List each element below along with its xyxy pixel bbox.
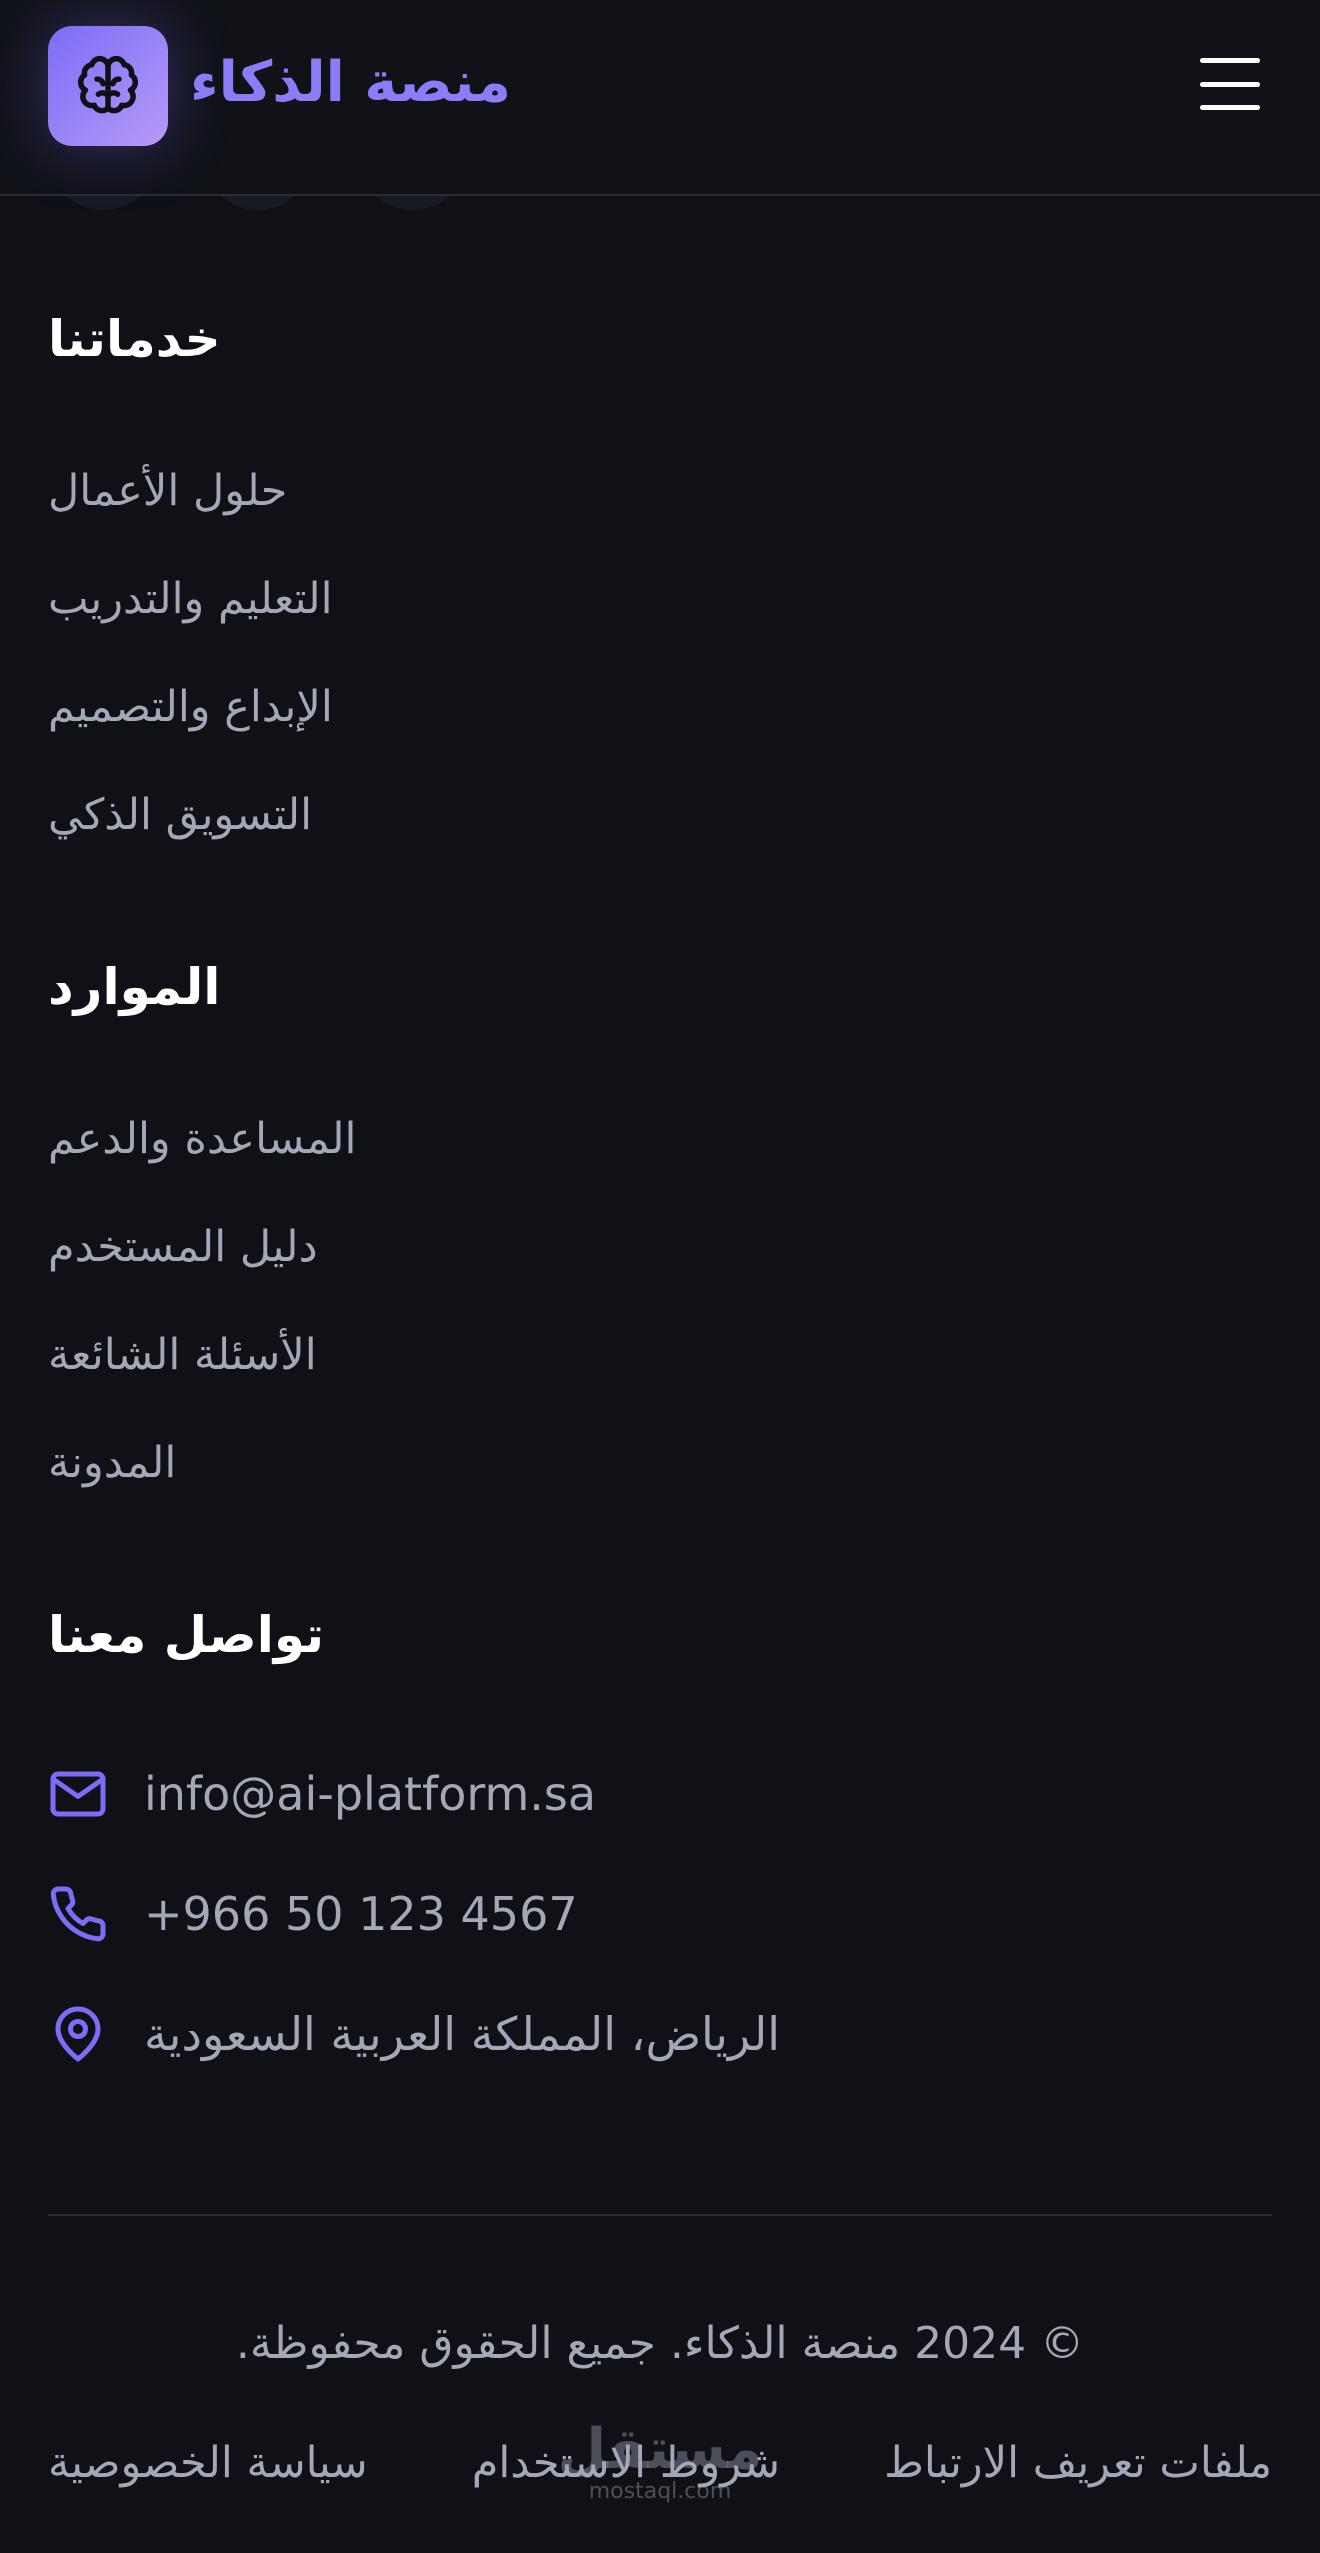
resources-title: الموارد: [48, 958, 221, 1016]
contact-phone[interactable]: +966 50 123 4567: [144, 1887, 578, 1941]
menu-bar: [1200, 58, 1260, 63]
brain-icon: [77, 55, 139, 114]
resources-link[interactable]: المدونة: [48, 1438, 176, 1488]
services-link[interactable]: الإبداع والتصميم: [48, 682, 333, 732]
brand-name[interactable]: منصة الذكاء: [190, 38, 511, 128]
services-title: خدماتنا: [48, 310, 221, 368]
copyright-text: © 2024 منصة الذكاء. جميع الحقوق محفوظة.: [235, 2318, 1085, 2369]
contact-title: تواصل معنا: [48, 1606, 324, 1664]
map-pin-icon: [55, 2006, 101, 2062]
terms-of-use-link[interactable]: شروط الاستخدام: [472, 2438, 780, 2488]
contact-address-row: الرياض، المملكة العربية السعودية: [48, 2002, 780, 2066]
resources-link[interactable]: الأسئلة الشائعة: [48, 1330, 317, 1380]
hamburger-menu-icon[interactable]: [1200, 58, 1260, 110]
cookies-link[interactable]: ملفات تعريف الارتباط: [884, 2438, 1272, 2488]
contact-address: الرياض، المملكة العربية السعودية: [144, 2007, 781, 2061]
menu-bar: [1200, 105, 1260, 110]
mail-icon: [50, 1771, 106, 1817]
contact-email[interactable]: info@ai-platform.sa: [144, 1767, 596, 1821]
phone-icon: [50, 1886, 106, 1942]
privacy-policy-link[interactable]: سياسة الخصوصية: [48, 2438, 368, 2488]
services-link[interactable]: التعليم والتدريب: [48, 574, 333, 624]
services-link[interactable]: حلول الأعمال: [48, 466, 287, 516]
resources-link[interactable]: المساعدة والدعم: [48, 1114, 356, 1164]
footer-divider: [48, 2214, 1272, 2216]
services-link[interactable]: التسويق الذكي: [48, 790, 312, 840]
footer-legal-links: سياسة الخصوصية شروط الاستخدام ملفات تعري…: [48, 2438, 1272, 2488]
menu-bar: [1200, 81, 1260, 87]
contact-email-row[interactable]: info@ai-platform.sa: [48, 1762, 596, 1826]
logo[interactable]: [48, 26, 168, 146]
resources-link[interactable]: دليل المستخدم: [48, 1222, 318, 1272]
contact-phone-row[interactable]: +966 50 123 4567: [48, 1882, 578, 1946]
site-header: منصة الذكاء: [0, 0, 1320, 196]
